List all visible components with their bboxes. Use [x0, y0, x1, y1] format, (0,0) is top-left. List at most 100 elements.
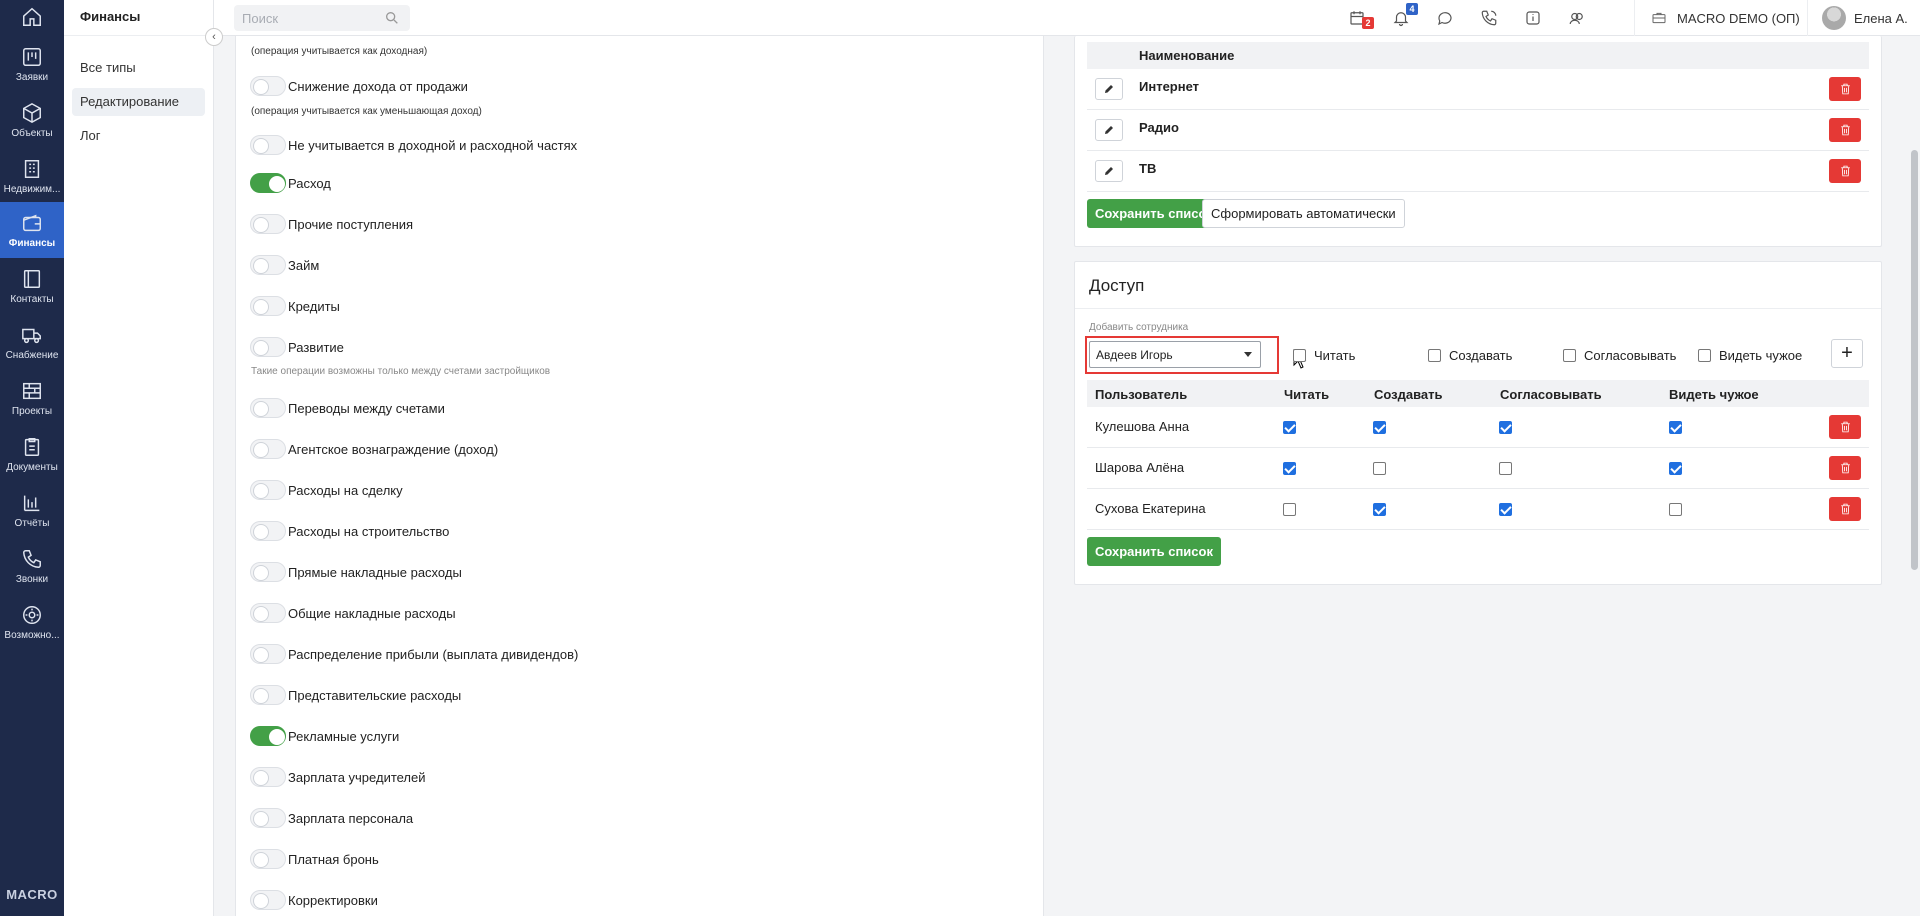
edit-button[interactable]	[1095, 119, 1123, 141]
checkbox-see-others[interactable]	[1669, 421, 1682, 434]
nav-item-finance[interactable]: Финансы	[0, 202, 64, 258]
table-row: Радио	[1087, 110, 1869, 151]
nav-item-projects[interactable]: Проекты	[0, 370, 64, 426]
perm-read-option: Читать	[1293, 348, 1355, 363]
toggle-switch[interactable]	[250, 726, 286, 746]
chat-button[interactable]	[1434, 7, 1456, 29]
toggle-label: Агентское вознаграждение (доход)	[288, 441, 499, 457]
delete-button[interactable]	[1829, 415, 1861, 439]
toggle-switch[interactable]	[250, 603, 286, 623]
trash-icon	[1840, 503, 1850, 515]
toggle-row: Снижение дохода от продажи	[250, 76, 468, 96]
nav-item-calls[interactable]: Звонки	[0, 538, 64, 594]
toggle-row: Корректировки	[250, 890, 378, 910]
plus-icon: +	[1841, 342, 1853, 364]
toggle-switch[interactable]	[250, 644, 286, 664]
nav-item-realty[interactable]: Недвижим...	[0, 148, 64, 204]
toggle-switch[interactable]	[250, 337, 286, 357]
delete-button[interactable]	[1829, 456, 1861, 480]
add-employee-button[interactable]: +	[1831, 339, 1863, 368]
checkbox-approve[interactable]	[1499, 421, 1512, 434]
checkbox-read[interactable]	[1283, 503, 1296, 516]
delete-button[interactable]	[1829, 159, 1861, 183]
nav-item-features[interactable]: Возможно...	[0, 594, 64, 650]
home-icon	[23, 7, 41, 26]
checkbox[interactable]	[1293, 349, 1306, 362]
delete-button[interactable]	[1829, 118, 1861, 142]
checkbox-approve[interactable]	[1499, 462, 1512, 475]
toggle-switch[interactable]	[250, 214, 286, 234]
users-button[interactable]	[1566, 7, 1588, 29]
scrollbar-thumb[interactable]	[1911, 150, 1918, 570]
toggle-label: Корректировки	[288, 892, 378, 908]
requests-icon	[23, 47, 41, 66]
checkbox-read[interactable]	[1283, 421, 1296, 434]
search-icon[interactable]	[384, 10, 400, 26]
toggle-switch[interactable]	[250, 890, 286, 910]
edit-button[interactable]	[1095, 78, 1123, 100]
toggle-row: Рекламные услуги	[250, 726, 399, 746]
toggle-switch[interactable]	[250, 849, 286, 869]
toggle-switch[interactable]	[250, 135, 286, 155]
toggle-switch[interactable]	[250, 255, 286, 275]
save-list-button[interactable]: Сохранить список	[1087, 199, 1221, 228]
subnav-item-log[interactable]: Лог	[72, 122, 205, 150]
perm-label: Согласовывать	[1584, 348, 1677, 363]
names-card: Наименование Интернет Радио ТВ Сохранить…	[1074, 36, 1882, 247]
checkbox[interactable]	[1563, 349, 1576, 362]
checkbox[interactable]	[1698, 349, 1711, 362]
delete-button[interactable]	[1829, 77, 1861, 101]
toggle-switch[interactable]	[250, 562, 286, 582]
toggle-switch[interactable]	[250, 521, 286, 541]
toggle-switch[interactable]	[250, 685, 286, 705]
toggle-switch[interactable]	[250, 767, 286, 787]
nav-item-objects[interactable]: Объекты	[0, 92, 64, 148]
delete-button[interactable]	[1829, 497, 1861, 521]
toggle-switch[interactable]	[250, 398, 286, 418]
checkbox-read[interactable]	[1283, 462, 1296, 475]
nav-item-requests[interactable]: Заявки	[0, 36, 64, 92]
trash-icon	[1840, 421, 1850, 433]
checkbox-see-others[interactable]	[1669, 503, 1682, 516]
auto-generate-button[interactable]: Сформировать автоматически	[1202, 199, 1405, 228]
toggle-switch[interactable]	[250, 76, 286, 96]
toggle-switch[interactable]	[250, 296, 286, 316]
checkbox-see-others[interactable]	[1669, 462, 1682, 475]
toggle-switch[interactable]	[250, 439, 286, 459]
calendar-badge: 2	[1362, 17, 1374, 29]
edit-button[interactable]	[1095, 160, 1123, 182]
employee-select[interactable]: Авдеев Игорь	[1089, 341, 1261, 368]
subnav-item-editing[interactable]: Редактирование	[72, 88, 205, 116]
toggle-switch[interactable]	[250, 808, 286, 828]
gear-icon	[23, 605, 41, 624]
checkbox[interactable]	[1428, 349, 1441, 362]
nav-item-home[interactable]	[0, 0, 64, 34]
column-header: Создавать	[1374, 387, 1443, 402]
checkbox-create[interactable]	[1373, 503, 1386, 516]
collapse-sidebar-button[interactable]: ‹	[205, 28, 223, 46]
nav-item-reports[interactable]: Отчёты	[0, 482, 64, 538]
notifications-button[interactable]: 4	[1390, 3, 1418, 29]
scrollbar[interactable]	[1908, 36, 1920, 916]
section-sidebar: Финансы Все типы Редактирование Лог	[64, 0, 214, 916]
row-name: ТВ	[1139, 161, 1157, 176]
toggle-label: Переводы между счетами	[288, 400, 445, 416]
user-menu[interactable]: Елена А.	[1807, 0, 1920, 36]
toggle-row: Распределение прибыли (выплата дивидендо…	[250, 644, 578, 664]
income-hint: (операция учитывается как доходная)	[251, 46, 428, 57]
checkbox-create[interactable]	[1373, 462, 1386, 475]
nav-item-supply[interactable]: Снабжение	[0, 314, 64, 370]
save-access-button[interactable]: Сохранить список	[1087, 537, 1221, 566]
toggle-switch[interactable]	[250, 173, 286, 193]
toggle-label: Распределение прибыли (выплата дивидендо…	[288, 646, 579, 662]
nav-item-documents[interactable]: Документы	[0, 426, 64, 482]
subnav-item-all-types[interactable]: Все типы	[72, 54, 205, 82]
calls-button[interactable]	[1478, 7, 1500, 29]
info-button[interactable]	[1522, 7, 1544, 29]
calendar-button[interactable]: 2	[1346, 7, 1374, 29]
nav-item-contacts[interactable]: Контакты	[0, 258, 64, 314]
checkbox-approve[interactable]	[1499, 503, 1512, 516]
toggle-switch[interactable]	[250, 480, 286, 500]
checkbox-create[interactable]	[1373, 421, 1386, 434]
company-switcher[interactable]: MACRO DEMO (ОП)	[1634, 0, 1804, 36]
